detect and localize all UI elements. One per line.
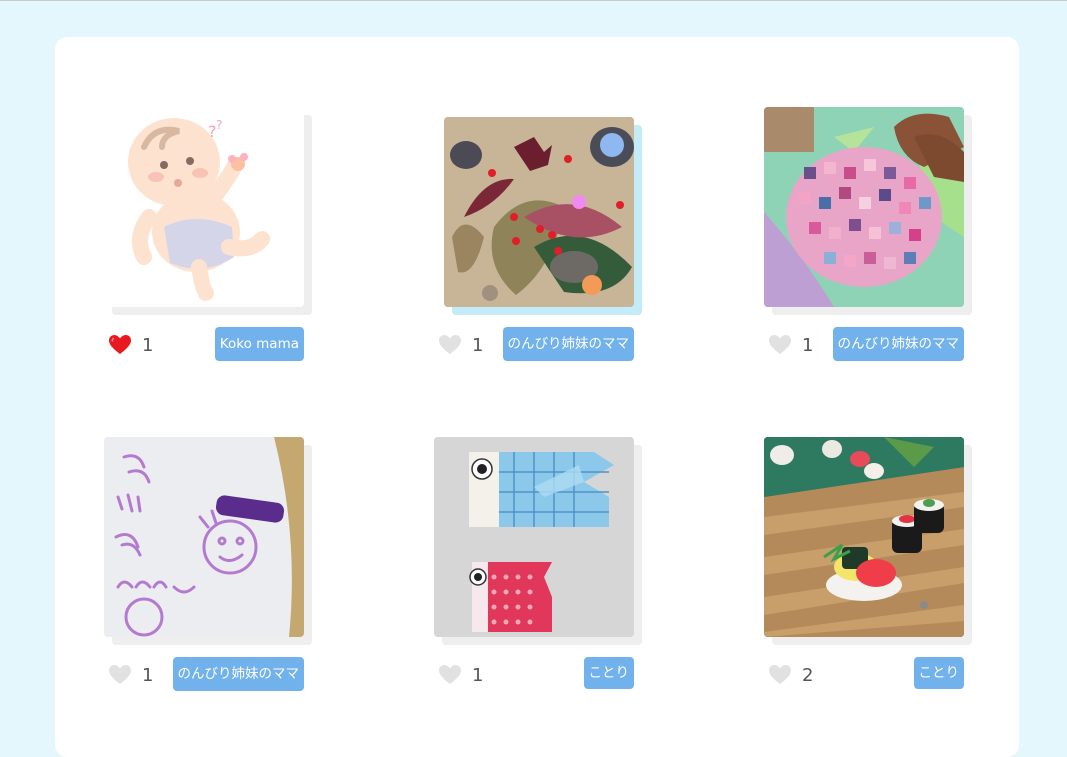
clay-sushi-image: [764, 437, 964, 637]
like-heart-icon[interactable]: [438, 333, 462, 357]
window-top-border: [0, 0, 1067, 1]
origami-carp-streamers-image: [434, 437, 634, 637]
post-thumbnail[interactable]: [434, 437, 642, 645]
post-card: 1 のんびり姉妹のママ: [764, 107, 972, 367]
like-heart-icon[interactable]: [108, 663, 132, 687]
like-count: 1: [142, 335, 154, 356]
post-card: 2 ことり: [764, 437, 972, 697]
like-count: 1: [142, 665, 154, 686]
like-heart-icon[interactable]: [438, 663, 462, 687]
hydrangea-paper-collage-image: [764, 107, 964, 307]
post-card: 1 ことり: [434, 437, 642, 697]
post-thumbnail[interactable]: [104, 437, 312, 645]
post-grid-panel: ? ? 1 Koko mama 1 のんびり姉妹のママ 1 のんびり姉妹のママ …: [55, 37, 1019, 757]
post-card: 1 のんびり姉妹のママ: [104, 437, 312, 697]
author-tag[interactable]: ことり: [913, 657, 964, 689]
svg-text:?: ?: [216, 118, 222, 132]
like-heart-icon[interactable]: [108, 333, 132, 357]
post-thumbnail[interactable]: [444, 117, 642, 315]
crayon-drawing-image: [104, 437, 304, 637]
post-card: ? ? 1 Koko mama: [104, 107, 312, 367]
autumn-leaves-collage-image: [444, 117, 634, 307]
post-thumbnail[interactable]: [764, 107, 972, 315]
like-count: 1: [472, 665, 484, 686]
post-thumbnail[interactable]: ? ?: [104, 107, 312, 315]
author-tag[interactable]: のんびり姉妹のママ: [832, 327, 964, 361]
baby-illustration-image: ? ?: [104, 107, 304, 307]
like-count: 2: [802, 665, 814, 686]
like-heart-icon[interactable]: [768, 333, 792, 357]
post-card: 1 のんびり姉妹のママ: [434, 107, 642, 367]
author-tag[interactable]: のんびり姉妹のママ: [172, 657, 304, 691]
author-tag[interactable]: のんびり姉妹のママ: [502, 327, 634, 361]
like-heart-icon[interactable]: [768, 663, 792, 687]
author-tag[interactable]: Koko mama: [214, 327, 304, 361]
like-count: 1: [802, 335, 814, 356]
post-thumbnail[interactable]: [764, 437, 972, 645]
author-tag[interactable]: ことり: [583, 657, 634, 689]
like-count: 1: [472, 335, 484, 356]
